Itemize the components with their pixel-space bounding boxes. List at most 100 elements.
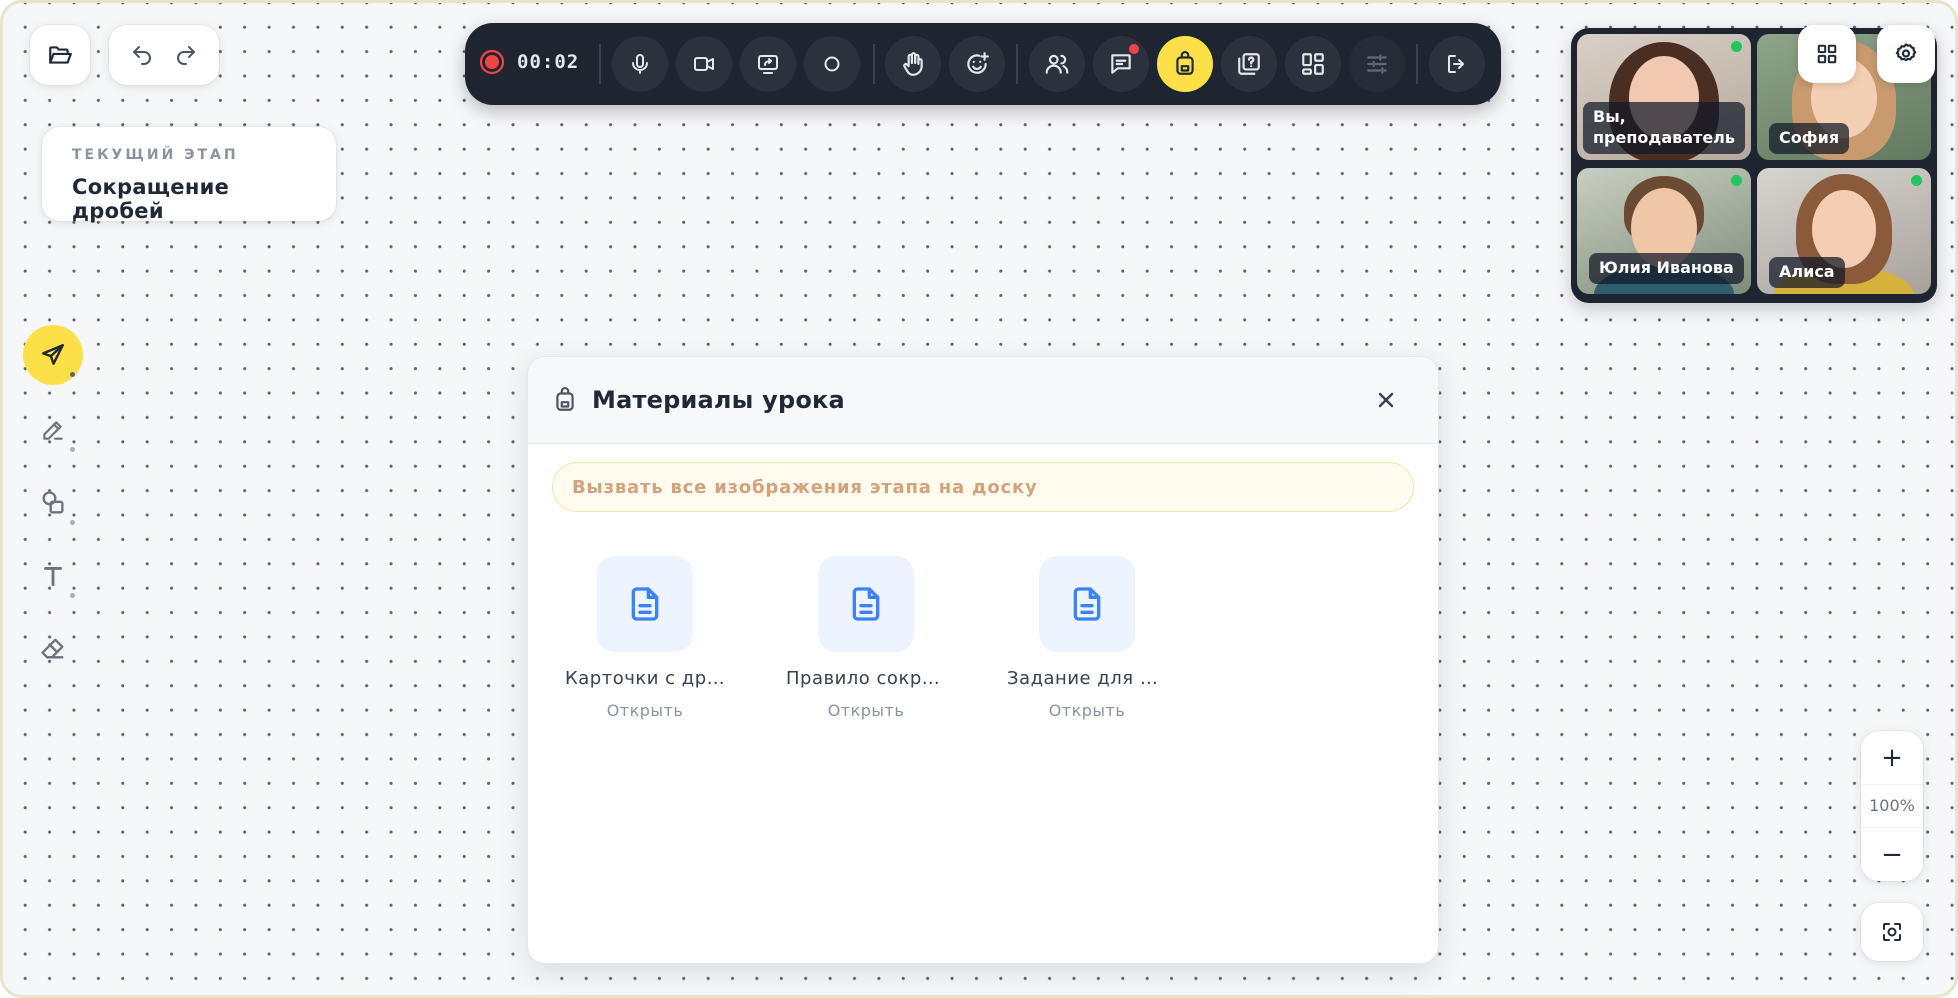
minus-icon: − xyxy=(1881,839,1903,870)
video-camera-icon xyxy=(694,57,714,71)
redo-button[interactable] xyxy=(174,43,198,67)
tool-options-dot xyxy=(70,520,75,525)
fit-to-screen-button[interactable] xyxy=(1861,903,1923,961)
zoom-controls: + 100% − xyxy=(1861,731,1923,881)
file-thumbnail[interactable] xyxy=(818,556,914,652)
participant-name: София xyxy=(1769,123,1850,154)
participant-tile[interactable]: Вы, преподаватель xyxy=(1577,34,1751,160)
participant-name: Вы, преподаватель xyxy=(1583,102,1745,154)
modal-header: Материалы урока xyxy=(528,357,1438,444)
zoom-in-button[interactable]: + xyxy=(1861,731,1923,784)
plus-icon: + xyxy=(1881,742,1903,773)
pen-icon xyxy=(43,421,63,440)
emoji-add-icon xyxy=(967,52,989,74)
material-item[interactable]: Правило сокращения Открыть xyxy=(771,556,961,720)
fit-screen-icon xyxy=(1883,923,1901,941)
backpack-icon xyxy=(1176,51,1194,75)
open-file-link[interactable]: Открыть xyxy=(771,701,961,720)
tool-options-dot xyxy=(70,593,75,598)
file-name: Карточки с дробями xyxy=(565,668,725,689)
undo-redo-group xyxy=(109,25,219,85)
open-folder-button[interactable] xyxy=(30,25,90,85)
video-settings-button[interactable] xyxy=(1877,25,1935,83)
camera-button[interactable] xyxy=(676,36,732,92)
users-icon xyxy=(1045,54,1069,74)
whiteboard-canvas[interactable]: ТЕКУЩИЙ ЭТАП Сокращение дробей 00:02 Вы,… xyxy=(0,0,1958,998)
toolbar-separator xyxy=(1416,44,1418,84)
record-button[interactable] xyxy=(804,36,860,92)
reactions-button[interactable] xyxy=(949,36,1005,92)
tool-shapes[interactable] xyxy=(23,473,83,533)
participant-tile[interactable]: Юлия Иванова xyxy=(1577,168,1751,294)
sliders-icon xyxy=(1367,54,1387,74)
material-item[interactable]: Задание для группы Открыть xyxy=(992,556,1182,720)
tool-eraser[interactable] xyxy=(23,618,83,678)
zoom-out-button[interactable]: − xyxy=(1861,828,1923,881)
leave-call-button[interactable] xyxy=(1429,36,1485,92)
tool-text[interactable] xyxy=(23,546,83,606)
redo-icon xyxy=(177,46,196,65)
folder-open-icon xyxy=(49,46,72,64)
circle-icon xyxy=(824,56,840,72)
summon-all-images-button[interactable]: Вызвать все изображения этапа на доску xyxy=(552,462,1414,512)
raise-hand-button[interactable] xyxy=(885,36,941,92)
document-icon xyxy=(631,587,659,621)
screen-share-button[interactable] xyxy=(740,36,796,92)
participant-name: Алиса xyxy=(1769,257,1845,288)
eraser-icon xyxy=(41,638,64,659)
toolbar-separator xyxy=(873,44,875,84)
microphone-button[interactable] xyxy=(612,36,668,92)
participants-button[interactable] xyxy=(1029,36,1085,92)
tool-pointer[interactable] xyxy=(23,325,83,385)
call-toolbar: 00:02 xyxy=(465,23,1501,105)
backpack-icon xyxy=(556,387,574,411)
file-name: Задание для группы xyxy=(1007,668,1167,689)
grid-view-button[interactable] xyxy=(1798,25,1856,83)
document-icon xyxy=(852,587,880,621)
file-thumbnail[interactable] xyxy=(597,556,693,652)
question-cards-icon xyxy=(1238,53,1260,75)
tool-options-dot xyxy=(70,447,75,452)
close-icon xyxy=(1378,392,1394,408)
chat-button[interactable] xyxy=(1093,36,1149,92)
current-stage-card: ТЕКУЩИЙ ЭТАП Сокращение дробей xyxy=(42,127,336,223)
participant-tile[interactable]: Алиса xyxy=(1757,168,1931,294)
close-modal-button[interactable] xyxy=(1372,386,1400,414)
online-indicator xyxy=(1911,175,1922,186)
material-item[interactable]: Карточки с дробями Открыть xyxy=(550,556,740,720)
hand-icon xyxy=(903,52,923,76)
materials-modal: Материалы урока Вызвать все изображения … xyxy=(527,356,1439,964)
screen-share-icon xyxy=(758,55,778,74)
adjustments-button[interactable] xyxy=(1349,36,1405,92)
layout-button[interactable] xyxy=(1285,36,1341,92)
recording-dot-icon xyxy=(479,49,505,75)
quiz-button[interactable] xyxy=(1221,36,1277,92)
participant-name: Юлия Иванова xyxy=(1589,253,1744,284)
toolbar-separator xyxy=(1016,44,1018,84)
undo-icon xyxy=(132,46,151,65)
timer-value: 00:02 xyxy=(517,51,580,73)
stage-label: ТЕКУЩИЙ ЭТАП xyxy=(72,147,239,163)
logout-icon xyxy=(1448,55,1464,73)
online-indicator xyxy=(1731,41,1742,52)
materials-button[interactable] xyxy=(1157,36,1213,92)
online-indicator xyxy=(1731,175,1742,186)
file-thumbnail[interactable] xyxy=(1039,556,1135,652)
toolbar-separator xyxy=(599,44,601,84)
microphone-icon xyxy=(632,54,648,74)
send-arrow-icon xyxy=(42,344,64,365)
modal-title: Материалы урока xyxy=(592,386,845,414)
document-icon xyxy=(1073,587,1101,621)
shapes-icon xyxy=(42,491,64,514)
open-file-link[interactable]: Открыть xyxy=(550,701,740,720)
open-file-link[interactable]: Открыть xyxy=(992,701,1182,720)
file-name: Правило сокращения xyxy=(786,668,946,689)
zoom-level: 100% xyxy=(1861,784,1923,828)
tool-pen[interactable] xyxy=(23,400,83,460)
chat-notification-badge xyxy=(1127,42,1141,56)
gear-icon xyxy=(1895,43,1917,62)
grid-icon xyxy=(1817,44,1837,64)
undo-button[interactable] xyxy=(130,43,154,67)
recording-timer: 00:02 xyxy=(479,49,579,75)
dashboard-icon xyxy=(1302,53,1324,75)
